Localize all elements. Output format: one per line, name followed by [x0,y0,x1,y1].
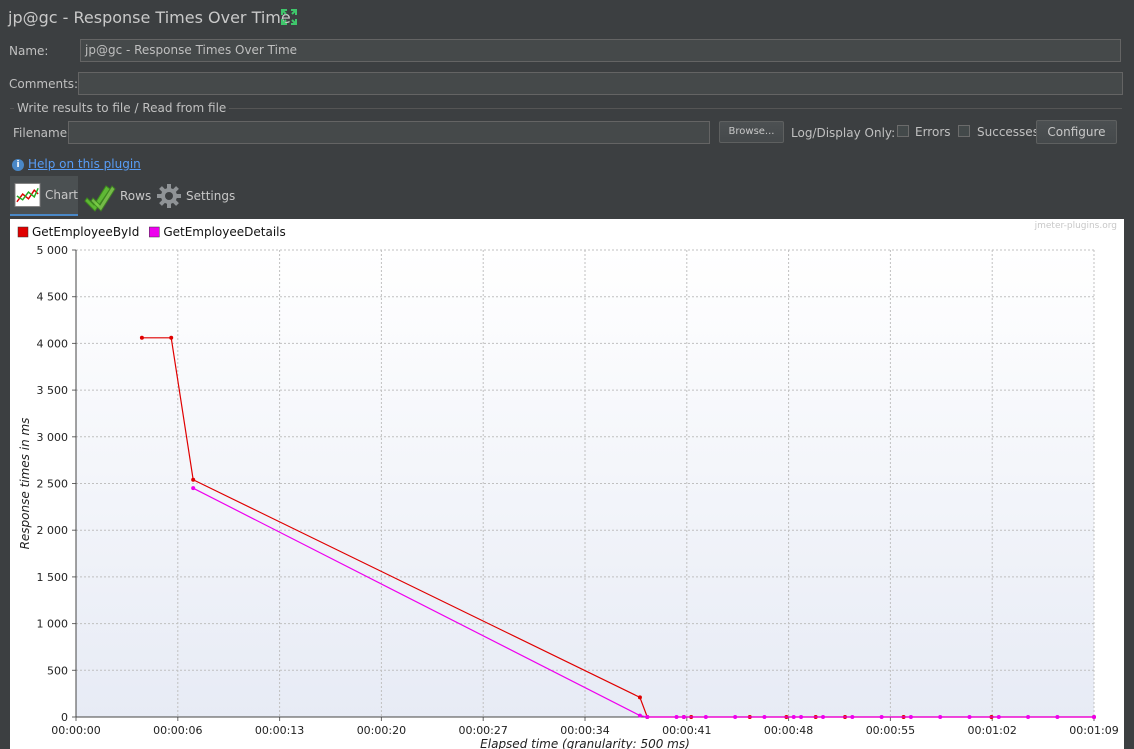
configure-button[interactable]: Configure [1036,120,1117,144]
legend-label: GetEmployeeDetails [163,225,285,239]
successes-checkbox[interactable] [958,125,970,137]
data-point [637,713,642,718]
window-title: jp@gc - Response Times Over Time [8,8,291,27]
legend-swatch [17,226,29,238]
tab-chart-label: Chart [45,188,78,202]
data-point [821,715,826,719]
x-tick-label: 00:01:02 [967,724,1016,737]
comments-label: Comments: [9,77,79,91]
x-tick-label: 00:00:00 [51,724,100,737]
y-tick-label: 3 000 [37,431,69,444]
chart-svg: 0 500 1 000 1 500 2 000 2 500 3 000 3 500 4 000 4… [17,221,1119,749]
data-point [908,715,913,719]
y-tick-label: 5 000 [37,244,69,257]
browse-button[interactable]: Browse... [719,121,784,143]
successes-label: Successes [977,125,1039,139]
data-point [681,715,686,719]
watermark: jmeter-plugins.org [1034,221,1117,231]
legend-swatch [149,226,160,238]
help-link[interactable]: Help on this plugin [28,157,141,171]
data-point [191,486,196,491]
data-point [850,715,855,719]
log-display-label: Log/Display Only: [791,126,896,140]
info-icon: i [12,159,24,171]
x-tick-label: 00:00:13 [255,724,304,737]
data-point [733,715,738,719]
data-point [703,715,708,719]
checkmark-icon [84,185,116,212]
name-input[interactable]: jp@gc - Response Times Over Time [80,39,1121,62]
file-group-title: Write results to file / Read from file [14,101,230,115]
data-point [879,715,884,719]
data-point [645,715,650,719]
y-tick-label: 4 000 [37,337,69,350]
errors-label: Errors [915,125,951,139]
x-tick-label: 00:00:20 [357,724,406,737]
data-point [1092,715,1096,719]
tab-settings-label: Settings [186,189,236,203]
comments-input[interactable] [78,72,1123,95]
x-tick-label: 00:00:06 [153,724,202,737]
expand-icon[interactable] [280,8,298,26]
y-tick-label: 3 500 [37,384,69,397]
filename-input[interactable] [68,121,710,144]
y-tick-label: 2 000 [37,524,69,537]
x-tick-label: 00:00:48 [764,724,813,737]
filename-label: Filename [13,126,68,140]
data-point [1026,715,1031,719]
name-label: Name: [9,44,49,58]
y-tick-label: 0 [61,711,68,724]
legend-label: GetEmployeeById [32,225,139,239]
data-point [1055,715,1060,719]
data-point [139,335,144,340]
x-tick-label: 00:00:41 [662,724,711,737]
tab-settings[interactable]: Settings [156,176,235,216]
x-tick-label: 00:00:55 [866,724,915,737]
data-point [938,715,943,719]
y-tick-label: 4 500 [37,291,69,304]
y-axis-label: Response times in ms [18,418,32,550]
y-tick-label: 500 [47,664,68,677]
x-tick-label: 00:01:09 [1069,724,1118,737]
tab-chart[interactable]: Chart [10,176,78,216]
x-tick-label: 00:00:27 [458,724,507,737]
data-point [169,335,174,340]
chart-panel: 0 500 1 000 1 500 2 000 2 500 3 000 3 500 4 000 4… [10,219,1124,749]
y-tick-label: 1 500 [37,571,69,584]
data-point [791,715,796,719]
data-point [674,715,679,719]
x-tick-label: 00:00:34 [560,724,609,737]
y-tick-label: 1 000 [37,618,69,631]
data-point [967,715,972,719]
data-point [637,695,642,700]
errors-checkbox[interactable] [897,125,909,137]
tab-rows[interactable]: Rows [84,176,151,216]
gear-icon [157,184,181,208]
x-axis-label: Elapsed time (granularity: 500 ms) [480,737,690,749]
data-point [799,715,804,719]
data-point [762,715,767,719]
tab-rows-label: Rows [120,189,152,203]
chart-icon [14,182,41,208]
data-point [191,477,196,482]
y-tick-label: 2 500 [37,478,69,491]
data-point [996,715,1001,719]
